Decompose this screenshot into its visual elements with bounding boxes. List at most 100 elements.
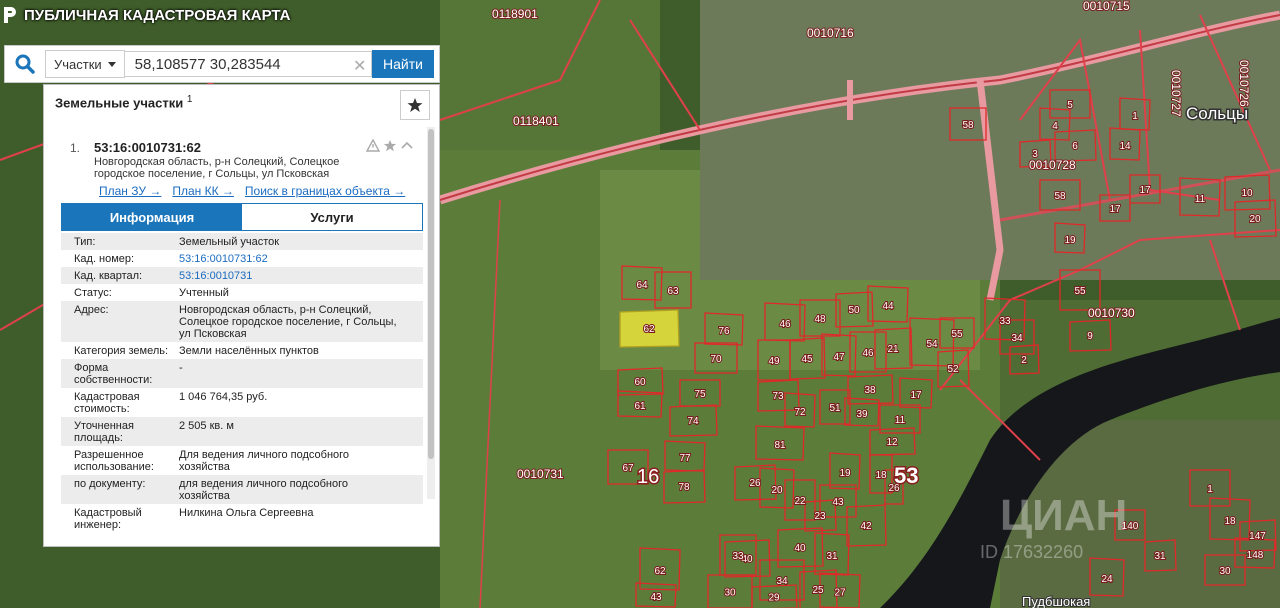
quarter-label-7: 0010731 xyxy=(517,467,564,481)
quarter-label-2: 0010716 xyxy=(807,26,854,40)
tab-services[interactable]: Услуги xyxy=(242,204,422,230)
parcel-number-label: 4 xyxy=(1052,121,1058,132)
parcel-number-label: 40 xyxy=(794,543,806,554)
parcel-number-label: 14 xyxy=(1119,141,1131,152)
parcel-number-label: 55 xyxy=(1074,286,1086,297)
info-value: для ведения личного подсобного хозяйства xyxy=(179,478,349,502)
parcel-number-label: 18 xyxy=(875,470,887,481)
parcel-number-label: 12 xyxy=(886,437,898,448)
app-title: ПУБЛИЧНАЯ КАДАСТРОВАЯ КАРТА xyxy=(24,6,291,24)
parcel-number-label: 58 xyxy=(962,120,974,131)
info-value: Учтенный xyxy=(179,287,229,299)
chevron-up-icon[interactable] xyxy=(400,139,414,152)
find-button[interactable]: Найти xyxy=(372,50,434,78)
search-icon[interactable] xyxy=(5,46,45,82)
star-icon xyxy=(407,98,423,112)
parcel-number-label: 30 xyxy=(724,588,736,599)
info-row: Разрешенное использование: Для ведения лич… xyxy=(61,446,423,475)
panel-scrollbar[interactable] xyxy=(427,127,435,499)
info-row: Форма собственности: - xyxy=(61,359,423,388)
parcel-number-label: 20 xyxy=(771,485,783,496)
panel-title: Земельные участки 1 xyxy=(55,94,193,111)
parcel-number-label: 43 xyxy=(650,592,662,603)
object-type-select[interactable]: Участки xyxy=(45,50,125,78)
item-number: 1. xyxy=(70,141,81,155)
parcel-number-label: 62 xyxy=(654,566,666,577)
parcel-number-label: 81 xyxy=(774,440,786,451)
search-within-link[interactable]: Поиск в границах объекта → xyxy=(245,184,405,198)
quarter-label-3: 0010715 xyxy=(1083,0,1130,13)
info-value[interactable]: 53:16:0010731:62 xyxy=(179,250,423,267)
parcel-number-label: 76 xyxy=(718,326,730,337)
star-icon[interactable] xyxy=(383,139,397,152)
result-count: 1 xyxy=(186,94,193,105)
parcel-number-label: 34 xyxy=(776,576,788,587)
info-row: Кад. номер: 53:16:0010731:62 xyxy=(61,250,423,267)
quarter-label-6: 0010730 xyxy=(1088,306,1135,320)
parcel-number-label: 33 xyxy=(732,551,744,562)
info-row: Кадастровая стоимость: 1 046 764,35 руб. xyxy=(61,388,423,417)
parcel-number-label: 64 xyxy=(636,280,648,291)
parcel-number-label: 70 xyxy=(710,354,722,365)
info-key: Кад. номер: xyxy=(74,253,135,265)
info-table: Тип: Земельный участок Кад. номер: 53:16:00… xyxy=(61,233,423,533)
parcel-number-label: 5 xyxy=(1067,100,1073,111)
cadastral-number[interactable]: 53:16:0010731:62 xyxy=(94,140,201,155)
info-value: 1 046 764,35 руб. xyxy=(179,391,268,403)
parcel-number-label: 1 xyxy=(1207,484,1213,495)
parcel-number-label: 10 xyxy=(1241,188,1253,199)
watermark: ЦИАН xyxy=(1000,491,1127,540)
quarter-label-9: 0010726 xyxy=(1237,60,1251,107)
parcel-number-label: 19 xyxy=(1064,235,1076,246)
info-key: Статус: xyxy=(74,287,112,299)
zu-plan-link[interactable]: План ЗУ → xyxy=(99,184,161,198)
info-key: Уточненная площадь: xyxy=(74,420,134,444)
parcel-number-label: 73 xyxy=(772,391,784,402)
parcel-number-label: 45 xyxy=(801,354,813,365)
warning-icon[interactable] xyxy=(366,139,380,152)
parcel-number-label: 34 xyxy=(1011,333,1023,344)
info-row: Статус: Учтенный xyxy=(61,284,423,301)
info-value: Нилкина Ольга Сергеевна xyxy=(179,507,314,519)
info-row: Кад. квартал: 53:16:0010731 xyxy=(61,267,423,284)
info-value: Земли населённых пунктов xyxy=(179,345,319,357)
parcel-number-label: 25 xyxy=(812,585,824,596)
parcel-number-label: 46 xyxy=(862,348,874,359)
info-key: Кад. квартал: xyxy=(74,270,143,282)
info-key: Форма собственности: xyxy=(74,362,153,386)
clear-icon[interactable]: ✕ xyxy=(353,56,366,76)
quarter-label-4: 0118401 xyxy=(513,114,559,128)
chevron-down-icon xyxy=(107,61,116,67)
app-header: ПУБЛИЧНАЯ КАДАСТРОВАЯ КАРТА xyxy=(2,6,290,24)
tab-info[interactable]: Информация xyxy=(62,204,242,230)
parcel-number-label: 44 xyxy=(882,301,894,312)
parcel-number-label: 42 xyxy=(860,521,872,532)
parcel-number-label: 48 xyxy=(814,314,826,325)
parcel-number-label: 17 xyxy=(1109,204,1121,215)
quarter-label-1: 0118901 xyxy=(492,7,538,21)
info-value[interactable]: 53:16:0010731 xyxy=(179,267,423,284)
parcel-number-label: 74 xyxy=(687,416,699,427)
favorites-button[interactable] xyxy=(400,90,430,120)
parcel-number-label: 39 xyxy=(856,409,868,420)
parcel-number-label: 21 xyxy=(887,344,899,355)
info-key: Категория земель: xyxy=(74,345,169,357)
parcel-number-label: 22 xyxy=(794,496,806,507)
parcel-number-label: 9 xyxy=(1087,331,1093,342)
info-value: - xyxy=(179,362,183,374)
parcel-number-label: 19 xyxy=(839,468,851,479)
parcel-number-label: 43 xyxy=(832,497,844,508)
info-key: по документу: xyxy=(74,478,146,490)
town-label: Сольцы xyxy=(1186,104,1248,123)
results-panel: Земельные участки 1 1. 53:16:0010731:62 … xyxy=(43,84,440,547)
kk-plan-link[interactable]: План КК → xyxy=(172,184,234,198)
parcel-number-label: 58 xyxy=(1054,191,1066,202)
parcel-number-label: 75 xyxy=(694,389,706,400)
search-input[interactable] xyxy=(124,51,372,77)
info-row: по документу: для ведения личного подсобн… xyxy=(61,475,423,504)
parcel-number-label: 11 xyxy=(1195,194,1206,205)
parcel-number-label: 31 xyxy=(1154,551,1166,562)
parcel-number-label: 2 xyxy=(1021,355,1027,366)
info-row: Уточненная площадь: 2 505 кв. м xyxy=(61,417,423,446)
scrollbar-thumb[interactable] xyxy=(428,129,434,459)
